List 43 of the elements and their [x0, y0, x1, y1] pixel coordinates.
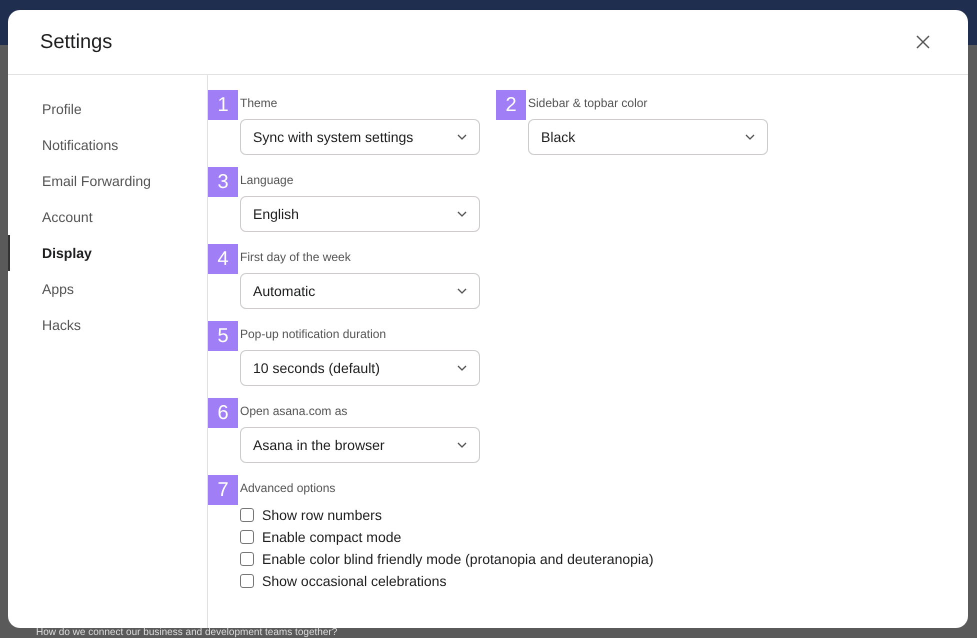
- dropdown-select[interactable]: Asana in the browser: [240, 427, 480, 463]
- chevron-down-icon: [457, 211, 467, 217]
- sidebar-item[interactable]: Apps: [8, 271, 207, 307]
- dropdown-select[interactable]: Automatic: [240, 273, 480, 309]
- sidebar-item[interactable]: Account: [8, 199, 207, 235]
- number-badge: 7: [208, 475, 238, 505]
- number-badge: 2: [496, 90, 526, 120]
- dropdown-select[interactable]: 10 seconds (default): [240, 350, 480, 386]
- number-badge: 6: [208, 398, 238, 428]
- number-badge: 3: [208, 167, 238, 197]
- chevron-down-icon: [457, 288, 467, 294]
- field-label: Advanced options: [240, 481, 336, 495]
- chevron-down-icon: [457, 442, 467, 448]
- number-badge: 1: [208, 90, 238, 120]
- chevron-down-icon: [745, 134, 755, 140]
- number-badge: 4: [208, 244, 238, 274]
- number-badge: 5: [208, 321, 238, 351]
- checkbox[interactable]: [240, 574, 254, 588]
- checkbox[interactable]: [240, 530, 254, 544]
- checkbox-label: Show occasional celebrations: [262, 573, 446, 589]
- field-label: Pop-up notification duration: [240, 327, 388, 341]
- dialog-title: Settings: [40, 30, 112, 54]
- field-label: Language: [240, 173, 294, 187]
- dropdown-select[interactable]: Black: [528, 119, 768, 155]
- close-button[interactable]: [914, 33, 932, 51]
- dropdown-select[interactable]: English: [240, 196, 480, 232]
- checkbox[interactable]: [240, 508, 254, 522]
- checkbox-label: Enable compact mode: [262, 529, 402, 545]
- field-label: Open asana.com as: [240, 404, 348, 418]
- chevron-down-icon: [457, 134, 467, 140]
- field-label: Sidebar & topbar color: [528, 96, 648, 110]
- checkbox[interactable]: [240, 552, 254, 566]
- field-label: Theme: [240, 96, 278, 110]
- sidebar-item[interactable]: Profile: [8, 91, 207, 127]
- background-heading: How do we connect our business and development teams together?: [36, 628, 338, 638]
- sidebar-item[interactable]: Email Forwarding: [8, 163, 207, 199]
- checkbox-label: Show row numbers: [262, 507, 382, 523]
- sidebar-item[interactable]: Hacks: [8, 307, 207, 343]
- chevron-down-icon: [457, 365, 467, 371]
- field-label: First day of the week: [240, 250, 352, 264]
- sidebar-item[interactable]: Notifications: [8, 127, 207, 163]
- dropdown-select[interactable]: Sync with system settings: [240, 119, 480, 155]
- checkbox-label: Enable color blind friendly mode (protanopia and deuteranopia): [262, 551, 654, 567]
